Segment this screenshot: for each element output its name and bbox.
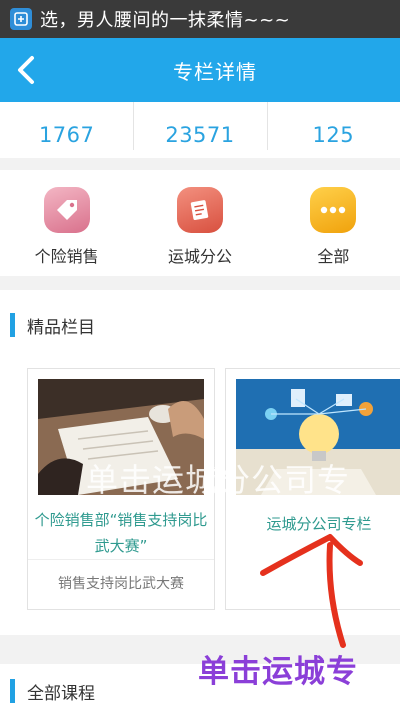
card-title: 个险销售部“销售支持岗比武大赛”	[34, 511, 208, 555]
card-divider	[28, 559, 214, 560]
chevron-left-icon	[18, 56, 34, 84]
stat-cell: 23571	[133, 102, 266, 158]
category-item-individual-sales[interactable]: 个险销售	[0, 170, 133, 276]
stat-cell: 1767	[0, 102, 133, 158]
category-item-all[interactable]: 全部	[267, 170, 400, 276]
section-accent-bar	[10, 313, 15, 337]
category-row: 个险销售 运城分公 全部	[0, 170, 400, 276]
status-notification-text: 选，男人腰间的一抹柔情~~~	[40, 10, 291, 31]
nav-bar: 专栏详情	[0, 38, 400, 102]
stat-value: 125	[312, 123, 355, 147]
book-icon	[176, 187, 223, 233]
card-subtitle: 销售支持岗比武大赛	[58, 576, 184, 592]
section-title: 全部课程	[27, 683, 95, 704]
tag-icon	[43, 187, 90, 233]
card-thumbnail	[236, 379, 400, 495]
category-label: 全部	[317, 247, 350, 266]
section-accent-bar	[10, 679, 15, 703]
stat-cell: 125	[266, 102, 400, 158]
stat-value: 1767	[38, 123, 95, 147]
featured-card-sales-contest[interactable]: 个险销售部“销售支持岗比武大赛” 销售支持岗比武大赛	[27, 368, 215, 610]
more-dots-icon	[310, 187, 357, 233]
card-thumbnail	[38, 379, 204, 495]
section-header: 精品栏目	[0, 310, 95, 340]
category-item-yuncheng[interactable]: 运城分公	[133, 170, 266, 276]
status-bar: 选，男人腰间的一抹柔情~~~	[0, 0, 400, 38]
annotation-caption: 单击运城专	[198, 654, 358, 690]
stats-row: 1767 23571 125	[0, 102, 400, 158]
annotation-arrow-icon	[260, 534, 363, 648]
category-label: 运城分公	[167, 247, 232, 266]
page-title: 专栏详情	[173, 59, 257, 84]
notification-app-icon	[10, 8, 32, 30]
stat-value: 23571	[165, 123, 235, 147]
section-header: 全部课程	[0, 676, 95, 706]
back-button[interactable]	[8, 52, 44, 88]
section-title: 精品栏目	[27, 317, 95, 338]
category-label: 个险销售	[34, 247, 99, 266]
